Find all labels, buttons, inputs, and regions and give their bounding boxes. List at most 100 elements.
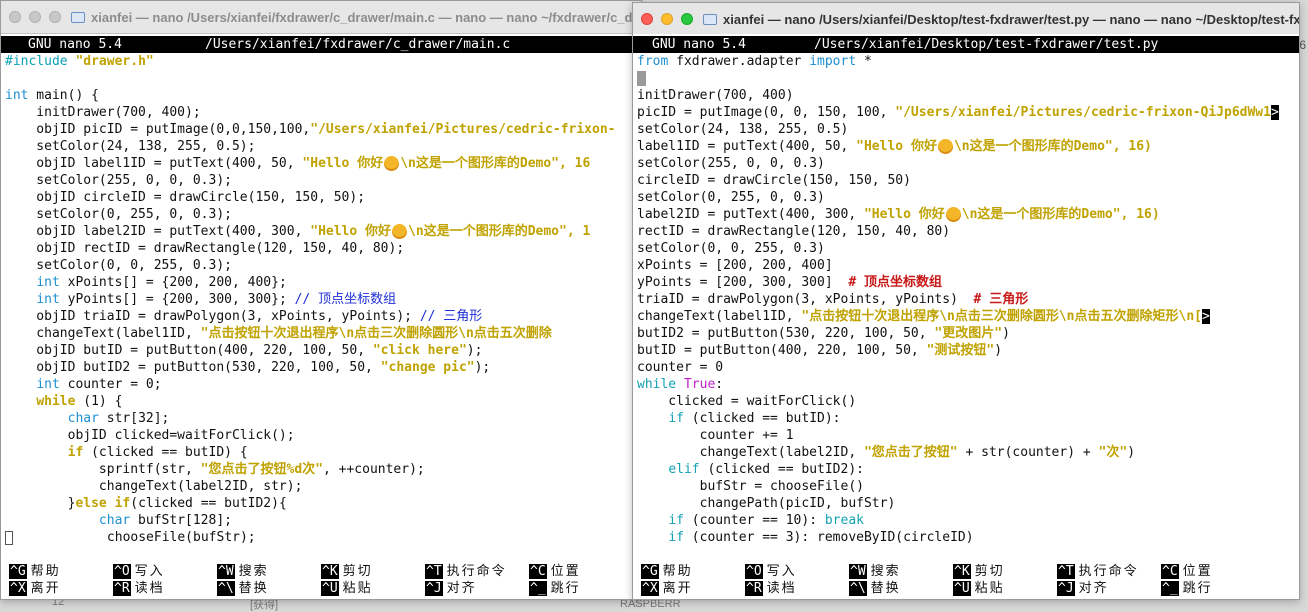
code-line[interactable]: picID = putImage(0, 0, 150, 100, "/Users…	[637, 104, 1299, 121]
right-terminal-content[interactable]: GNU nano 5.4 /Users/xianfei/Desktop/test…	[633, 34, 1299, 599]
code-line[interactable]: while True:	[637, 376, 1299, 393]
code-line[interactable]: objID label1ID = putText(400, 50, "Hello…	[5, 155, 641, 172]
shortcut-item[interactable]: ^O 写入	[745, 563, 797, 580]
left-terminal-window[interactable]: xianfei — nano /Users/xianfei/fxdrawer/c…	[0, 0, 642, 600]
code-line[interactable]: objID circleID = drawCircle(150, 150, 50…	[5, 189, 641, 206]
code-line[interactable]: initDrawer(700, 400);	[5, 104, 641, 121]
right-window-titlebar[interactable]: xianfei — nano /Users/xianfei/Desktop/te…	[633, 3, 1299, 36]
code-line[interactable]: objID label2ID = putText(400, 300, "Hell…	[5, 223, 641, 240]
shortcut-label: 对齐	[1078, 581, 1109, 596]
code-line[interactable]: circleID = drawCircle(150, 150, 50)	[637, 172, 1299, 189]
shortcut-item[interactable]: ^O 写入	[113, 563, 165, 580]
code-line[interactable]: setColor(0, 255, 0, 0.3)	[637, 189, 1299, 206]
code-line[interactable]: butID = putButton(400, 220, 100, 50, "测试…	[637, 342, 1299, 359]
shortcut-item[interactable]: ^J 对齐	[425, 580, 477, 597]
shortcut-item[interactable]: ^W 搜索	[217, 563, 269, 580]
code-line[interactable]: sprintf(str, "您点击了按钮%d次", ++counter);	[5, 461, 641, 478]
code-line[interactable]: changeText(label2ID, str);	[5, 478, 641, 495]
code-line[interactable]: triaID = drawPolygon(3, xPoints, yPoints…	[637, 291, 1299, 308]
shortcut-item[interactable]: ^K 剪切	[321, 563, 373, 580]
shortcut-item[interactable]: ^\ 替换	[849, 580, 901, 597]
right-terminal-window[interactable]: xianfei — nano /Users/xianfei/Desktop/te…	[632, 2, 1300, 600]
code-line[interactable]: changePath(picID, bufStr)	[637, 495, 1299, 512]
code-line[interactable]: setColor(24, 138, 255, 0.5)	[637, 121, 1299, 138]
shortcut-item[interactable]: ^_ 跳行	[1161, 580, 1213, 597]
code-line[interactable]	[637, 70, 1299, 87]
code-line[interactable]: setColor(24, 138, 255, 0.5);	[5, 138, 641, 155]
shortcut-item[interactable]: ^U 粘贴	[321, 580, 373, 597]
code-line[interactable]: label2ID = putText(400, 300, "Hello 你好 \n…	[637, 206, 1299, 223]
code-line[interactable]: }else if(clicked == butID2){	[5, 495, 641, 512]
code-line[interactable]: objID triaID = drawPolygon(3, xPoints, y…	[5, 308, 641, 325]
code-line[interactable]: objID rectID = drawRectangle(120, 150, 4…	[5, 240, 641, 257]
code-line[interactable]: changeText(label1ID, "点击按钮十次退出程序\n点击三次删除…	[5, 325, 641, 342]
left-terminal-content[interactable]: GNU nano 5.4 /Users/xianfei/fxdrawer/c_d…	[1, 34, 641, 599]
shortcut-item[interactable]: ^T 执行命令	[425, 563, 507, 580]
left-window-titlebar[interactable]: xianfei — nano /Users/xianfei/fxdrawer/c…	[1, 1, 641, 34]
shortcut-item[interactable]: ^J 对齐	[1057, 580, 1109, 597]
shortcut-item[interactable]: ^X 离开	[641, 580, 693, 597]
zoom-button[interactable]	[681, 13, 693, 25]
shortcut-item[interactable]: ^X 离开	[9, 580, 61, 597]
shortcut-item[interactable]: ^R 读档	[113, 580, 165, 597]
code-line[interactable]: setColor(0, 0, 255, 0.3);	[5, 257, 641, 274]
code-line[interactable]: counter = 0	[637, 359, 1299, 376]
code-line[interactable]: objID picID = putImage(0,0,150,100,"/Use…	[5, 121, 641, 138]
close-button[interactable]	[9, 11, 21, 23]
code-line[interactable]: char bufStr[128];	[5, 512, 641, 529]
code-line[interactable]: setColor(0, 0, 255, 0.3)	[637, 240, 1299, 257]
shortcut-item[interactable]: ^G 帮助	[641, 563, 693, 580]
shortcut-item[interactable]: ^G 帮助	[9, 563, 61, 580]
editor-buffer[interactable]: #include "drawer.h" int main() { initDraw…	[5, 53, 641, 546]
code-line[interactable]: chooseFile(bufStr);	[5, 529, 641, 546]
code-line[interactable]: changeText(label1ID, "点击按钮十次退出程序\n点击三次删除…	[637, 308, 1299, 325]
code-line[interactable]: clicked = waitForClick()	[637, 393, 1299, 410]
shortcut-item[interactable]: ^K 剪切	[953, 563, 1005, 580]
code-line[interactable]: butID2 = putButton(530, 220, 100, 50, "更…	[637, 325, 1299, 342]
code-line[interactable]: if (clicked == butID) {	[5, 444, 641, 461]
shortcut-item[interactable]: ^W 搜索	[849, 563, 901, 580]
code-line[interactable]	[5, 70, 641, 87]
code-line[interactable]: if (counter == 10): break	[637, 512, 1299, 529]
code-line[interactable]: if (clicked == butID):	[637, 410, 1299, 427]
code-line[interactable]: setColor(0, 255, 0, 0.3);	[5, 206, 641, 223]
code-line[interactable]: objID clicked=waitForClick();	[5, 427, 641, 444]
zoom-button[interactable]	[49, 11, 61, 23]
code-line[interactable]: objID butID2 = putButton(530, 220, 100, …	[5, 359, 641, 376]
code-line[interactable]: setColor(255, 0, 0, 0.3)	[637, 155, 1299, 172]
code-line[interactable]: objID butID = putButton(400, 220, 100, 5…	[5, 342, 641, 359]
minimize-button[interactable]	[29, 11, 41, 23]
shortcut-item[interactable]: ^C 位置	[1161, 563, 1213, 580]
code-line[interactable]: xPoints = [200, 200, 400]	[637, 257, 1299, 274]
code-line[interactable]: bufStr = chooseFile()	[637, 478, 1299, 495]
minimize-button[interactable]	[661, 13, 673, 25]
code-line[interactable]: #include "drawer.h"	[5, 53, 641, 70]
close-button[interactable]	[641, 13, 653, 25]
shortcut-item[interactable]: ^T 执行命令	[1057, 563, 1139, 580]
code-line[interactable]: while (1) {	[5, 393, 641, 410]
shortcut-label: 执行命令	[446, 564, 507, 579]
shortcut-row: ^X 离开 ^R 读档 ^\ 替换 ^U 粘贴 ^J 对齐 ^_ 跳行	[633, 580, 1299, 597]
code-line[interactable]: changeText(label2ID, "您点击了按钮" + str(coun…	[637, 444, 1299, 461]
code-line[interactable]: initDrawer(700, 400)	[637, 87, 1299, 104]
code-line[interactable]: rectID = drawRectangle(120, 150, 40, 80)	[637, 223, 1299, 240]
editor-buffer[interactable]: from fxdrawer.adapter import * initDrawer…	[637, 53, 1299, 546]
code-line[interactable]: int xPoints[] = {200, 200, 400};	[5, 274, 641, 291]
shortcut-item[interactable]: ^_ 跳行	[529, 580, 581, 597]
shortcut-item[interactable]: ^R 读档	[745, 580, 797, 597]
code-line[interactable]: int yPoints[] = {200, 300, 300}; // 顶点坐标…	[5, 291, 641, 308]
code-line[interactable]: counter += 1	[637, 427, 1299, 444]
code-line[interactable]: elif (clicked == butID2):	[637, 461, 1299, 478]
shortcut-item[interactable]: ^U 粘贴	[953, 580, 1005, 597]
code-line[interactable]: int counter = 0;	[5, 376, 641, 393]
code-line[interactable]: yPoints = [200, 300, 300] # 顶点坐标数组	[637, 274, 1299, 291]
code-line[interactable]: setColor(255, 0, 0, 0.3);	[5, 172, 641, 189]
code-line[interactable]: from fxdrawer.adapter import *	[637, 53, 1299, 70]
code-line[interactable]: char str[32];	[5, 410, 641, 427]
text-cursor	[637, 71, 646, 86]
code-line[interactable]: if (counter == 3): removeByID(circleID)	[637, 529, 1299, 546]
code-line[interactable]: int main() {	[5, 87, 641, 104]
code-line[interactable]: label1ID = putText(400, 50, "Hello 你好 \n这…	[637, 138, 1299, 155]
shortcut-item[interactable]: ^\ 替换	[217, 580, 269, 597]
shortcut-item[interactable]: ^C 位置	[529, 563, 581, 580]
